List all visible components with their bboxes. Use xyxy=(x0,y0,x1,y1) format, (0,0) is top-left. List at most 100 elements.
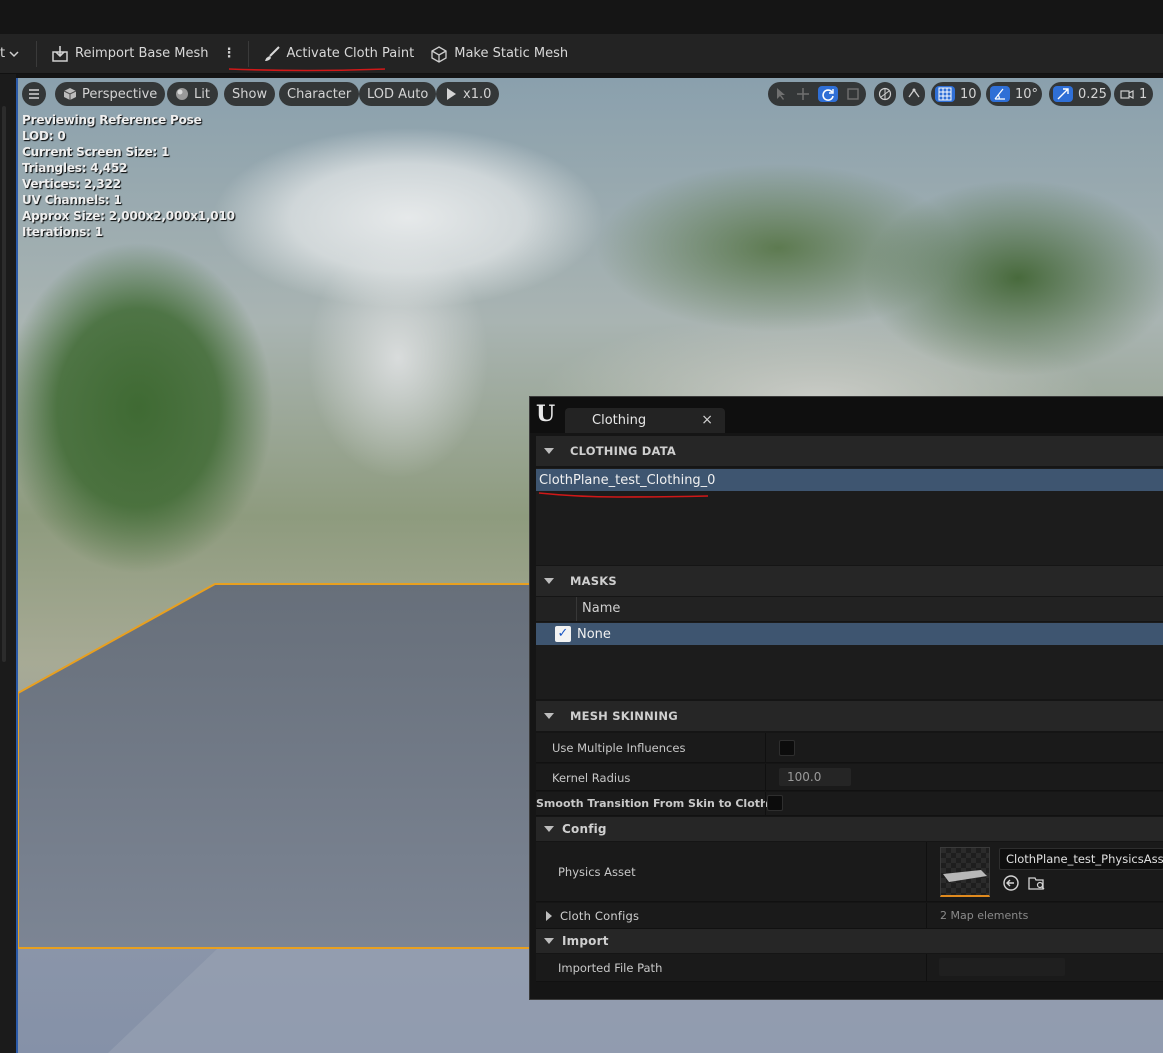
truncated-toolbar-item[interactable]: t xyxy=(0,46,30,61)
lod-button[interactable]: LOD Auto xyxy=(359,82,437,106)
perspective-label: Perspective xyxy=(82,86,158,102)
stat-line: Approx Size: 2,000x2,000x1,010 xyxy=(22,209,235,223)
use-selected-asset-icon[interactable] xyxy=(1002,874,1020,892)
column-splitter[interactable] xyxy=(765,733,766,762)
scale-icon[interactable] xyxy=(846,87,860,101)
collapse-arrow-icon xyxy=(544,448,554,454)
grid-icon xyxy=(938,87,952,101)
collapse-arrow-icon xyxy=(544,938,554,944)
mesh-skinning-header[interactable]: MESH SKINNING xyxy=(536,701,1163,731)
tab-clothing[interactable]: Clothing × xyxy=(565,408,725,433)
toolbar-separator xyxy=(247,40,249,67)
use-multiple-influences-row: Use Multiple Influences xyxy=(536,733,1163,763)
masks-name-column[interactable]: Name xyxy=(576,597,1163,621)
use-multiple-influences-checkbox[interactable] xyxy=(779,740,795,756)
playback-speed-button[interactable]: x1.0 xyxy=(436,82,500,106)
smooth-transition-label: Smooth Transition From Skin to Cloth xyxy=(536,797,768,810)
kernel-radius-row: Kernel Radius 100.0 xyxy=(536,764,1163,791)
config-header[interactable]: Config xyxy=(536,817,1163,841)
reimport-icon xyxy=(52,45,68,62)
left-scrollbar[interactable] xyxy=(2,106,6,662)
static-mesh-icon xyxy=(431,45,447,63)
imported-file-path-input[interactable] xyxy=(939,958,1065,976)
clothing-data-header[interactable]: CLOTHING DATA xyxy=(536,436,1163,466)
camera-speed-button[interactable]: 1 xyxy=(1114,82,1154,106)
sphere-icon xyxy=(176,88,188,100)
physics-asset-label: Physics Asset xyxy=(558,865,636,879)
mesh-skinning-title: MESH SKINNING xyxy=(570,709,678,723)
camera-speed-value: 1 xyxy=(1139,86,1148,102)
reimport-base-mesh-label: Reimport Base Mesh xyxy=(75,46,209,61)
paintbrush-icon xyxy=(264,45,280,61)
scale-arrow-icon xyxy=(1057,88,1069,100)
column-splitter[interactable] xyxy=(765,764,766,790)
kernel-radius-label: Kernel Radius xyxy=(552,771,631,785)
physics-asset-thumbnail[interactable] xyxy=(940,847,990,897)
red-underline-annotation xyxy=(228,68,386,72)
move-icon[interactable] xyxy=(796,87,810,101)
grid-snap-button[interactable]: 10 xyxy=(931,82,981,106)
lit-button[interactable]: Lit xyxy=(167,82,218,106)
masks-column-header: Name xyxy=(536,597,1163,621)
column-splitter[interactable] xyxy=(926,954,927,981)
close-icon[interactable]: × xyxy=(701,412,713,428)
imported-file-path-label: Imported File Path xyxy=(558,961,663,975)
perspective-button[interactable]: Perspective xyxy=(55,82,166,106)
window-title-strip xyxy=(0,0,1163,34)
rotation-snap-value: 10° xyxy=(1015,86,1039,102)
import-header[interactable]: Import xyxy=(536,929,1163,953)
grid-snap-value: 10 xyxy=(960,86,977,102)
collapse-arrow-icon xyxy=(544,826,554,832)
world-local-toggle[interactable] xyxy=(874,82,896,106)
rotate-tool-active[interactable] xyxy=(818,86,838,102)
lit-label: Lit xyxy=(194,86,210,102)
scale-snap-button[interactable]: 0.25 xyxy=(1049,82,1111,106)
lod-label: LOD Auto xyxy=(367,86,429,102)
activate-cloth-paint-label: Activate Cloth Paint xyxy=(286,46,415,61)
clothing-data-title: CLOTHING DATA xyxy=(570,444,676,458)
kernel-radius-input[interactable]: 100.0 xyxy=(779,768,851,786)
more-options-icon[interactable]: ⋮ xyxy=(217,46,242,61)
collapse-arrow-icon xyxy=(544,713,554,719)
make-static-mesh-button[interactable]: Make Static Mesh xyxy=(422,38,576,70)
cloth-configs-expander[interactable]: Cloth Configs xyxy=(536,903,916,928)
import-title: Import xyxy=(562,934,609,948)
surface-snap-icon xyxy=(908,88,920,98)
cloth-configs-value: 2 Map elements xyxy=(940,909,1029,922)
mask-enabled-checkbox[interactable]: ✓ xyxy=(555,626,571,642)
hamburger-icon xyxy=(29,89,39,99)
masks-title: MASKS xyxy=(570,574,617,588)
column-splitter[interactable] xyxy=(926,842,927,901)
imported-file-path-row: Imported File Path xyxy=(536,954,1163,982)
character-label: Character xyxy=(287,86,352,102)
smooth-transition-checkbox[interactable] xyxy=(767,795,783,811)
rotation-snap-button[interactable]: 10° xyxy=(986,82,1043,106)
physics-asset-combo[interactable]: ClothPlane_test_PhysicsAsset xyxy=(999,848,1163,870)
select-arrow-icon[interactable] xyxy=(774,87,788,101)
truncated-label: t xyxy=(0,46,6,61)
viewport-menu-button[interactable] xyxy=(22,82,46,106)
world-axis-icon xyxy=(878,87,892,101)
activate-cloth-paint-button[interactable]: Activate Cloth Paint xyxy=(255,38,423,70)
play-icon xyxy=(447,88,456,100)
browse-asset-icon[interactable] xyxy=(1028,874,1046,892)
cube-icon xyxy=(63,88,77,100)
column-splitter[interactable] xyxy=(765,792,766,815)
cloth-configs-row: Cloth Configs 2 Map elements xyxy=(536,903,1163,929)
show-button[interactable]: Show xyxy=(224,82,276,106)
cloth-configs-label: Cloth Configs xyxy=(560,908,640,923)
red-underline-annotation xyxy=(538,492,709,498)
column-splitter[interactable] xyxy=(926,903,927,928)
reimport-base-mesh-button[interactable]: Reimport Base Mesh xyxy=(43,38,217,70)
left-side-panel-edge xyxy=(0,74,16,1053)
use-multiple-influences-label: Use Multiple Influences xyxy=(552,741,686,755)
angle-icon xyxy=(994,88,1005,100)
mask-row[interactable]: ✓ None xyxy=(536,623,1163,645)
masks-header[interactable]: MASKS xyxy=(536,566,1163,596)
character-button[interactable]: Character xyxy=(279,82,360,106)
clothing-data-item[interactable]: ClothPlane_test_Clothing_0 xyxy=(536,469,1163,491)
viewport-stats-overlay: Previewing Reference Pose LOD: 0 Current… xyxy=(22,112,235,240)
surface-snap-toggle[interactable] xyxy=(903,82,925,106)
clothing-data-item-label: ClothPlane_test_Clothing_0 xyxy=(539,472,716,488)
stat-line: Iterations: 1 xyxy=(22,225,103,239)
